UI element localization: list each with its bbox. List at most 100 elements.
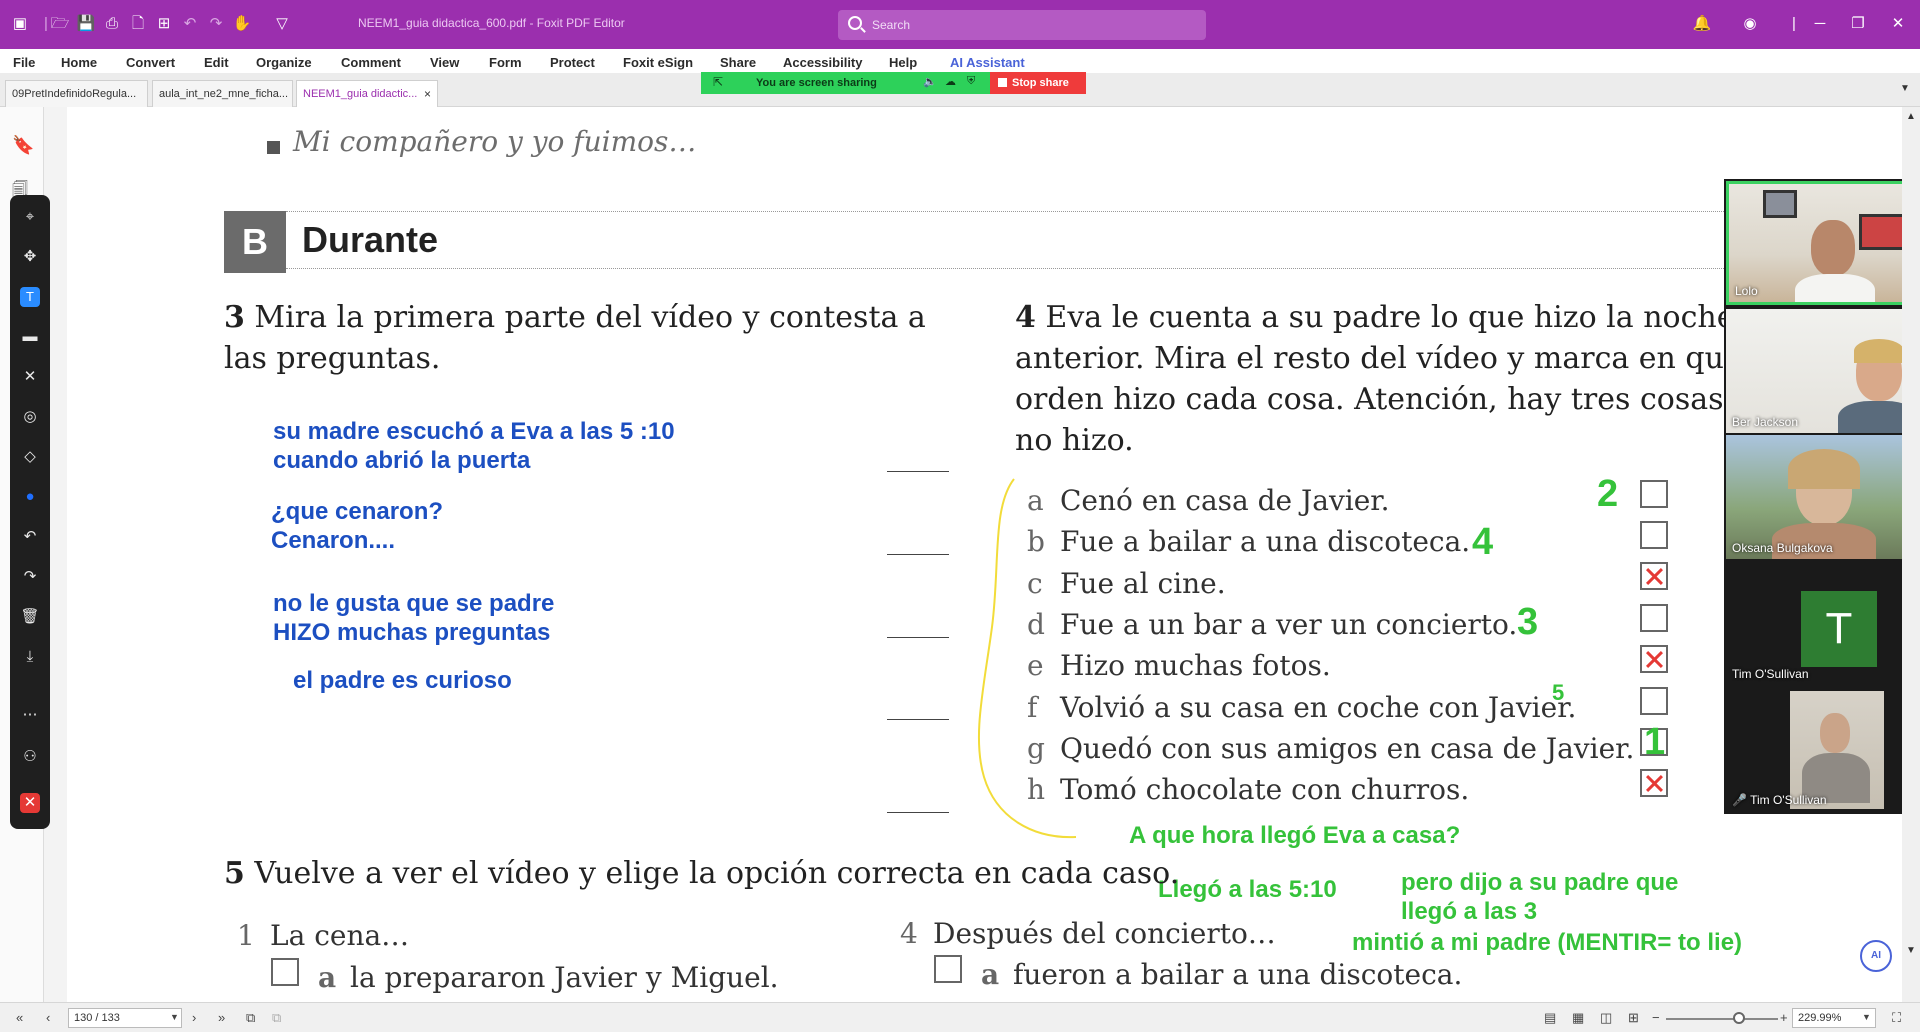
restore-icon[interactable]: ❐ — [1848, 14, 1868, 34]
trash-icon[interactable]: 🗑 — [20, 607, 40, 627]
menu-view[interactable]: View — [430, 55, 459, 70]
vertical-scrollbar[interactable]: ▲ ▼ — [1902, 107, 1920, 1002]
previous-view-icon[interactable]: ⧉ — [246, 1010, 255, 1026]
hand-tool-icon[interactable]: ✋ — [232, 14, 252, 34]
download-icon[interactable]: ⤓ — [20, 647, 40, 667]
text-tool-icon[interactable]: T — [20, 287, 40, 307]
undo-icon[interactable]: ↶ — [180, 14, 200, 34]
zoom-dropdown-icon[interactable]: ▼ — [1862, 1012, 1871, 1022]
continuous-facing-icon[interactable]: ⊞ — [1628, 1010, 1639, 1026]
tab-document-active[interactable]: NEEM1_guia didactic... × — [296, 80, 438, 107]
option-checkbox[interactable] — [1640, 687, 1668, 715]
zoom-in-icon[interactable]: + — [1780, 1010, 1788, 1025]
new-page-icon[interactable]: ⊞ — [154, 14, 174, 34]
continuous-page-icon[interactable]: ▦ — [1572, 1010, 1584, 1026]
participant-tile[interactable]: T Tim O'Sullivan — [1726, 561, 1918, 685]
page-number-field[interactable]: 130 / 133 — [68, 1008, 182, 1028]
menu-foxit-esign[interactable]: Foxit eSign — [623, 55, 693, 70]
participant-tile[interactable]: 🎤 Tim O'Sullivan — [1726, 687, 1918, 811]
menu-accessibility[interactable]: Accessibility — [783, 55, 863, 70]
facing-pages-icon[interactable]: ◫ — [1600, 1010, 1612, 1026]
eraser-icon[interactable]: ◇ — [20, 447, 40, 467]
menu-file[interactable]: File — [13, 55, 35, 70]
print-icon[interactable]: ⎙ — [102, 14, 122, 34]
rectangle-icon[interactable]: ▬ — [20, 327, 40, 347]
color-picker-icon[interactable]: ● — [20, 487, 40, 507]
blue-annotation[interactable]: ¿que cenaron? Cenaron.... — [271, 497, 443, 555]
menu-edit[interactable]: Edit — [204, 55, 229, 70]
tab-document-1[interactable]: 09PretIndefinidoRegula... — [5, 80, 148, 107]
option-checkbox[interactable] — [1640, 604, 1668, 632]
option-checkbox[interactable] — [1640, 480, 1668, 508]
stop-share-button[interactable]: Stop share — [990, 72, 1086, 94]
select-arrow-icon[interactable]: ⌖ — [20, 207, 40, 227]
option-checkbox[interactable] — [1640, 769, 1668, 797]
order-mark-g[interactable]: 1 — [1644, 721, 1665, 764]
order-mark-b[interactable]: 4 — [1472, 521, 1493, 564]
option-checkbox[interactable] — [1640, 645, 1668, 673]
move-icon[interactable]: ✥ — [20, 247, 40, 267]
audio-icon[interactable]: 🔈 — [923, 75, 937, 88]
participant-tile[interactable]: Oksana Bulgakova — [1726, 435, 1918, 559]
minimize-icon[interactable]: ─ — [1810, 14, 1830, 34]
undo-annotation-icon[interactable]: ↶ — [20, 527, 40, 547]
answer-checkbox[interactable] — [271, 958, 299, 986]
menu-share[interactable]: Share — [720, 55, 756, 70]
scroll-up-icon[interactable]: ▲ — [1906, 111, 1916, 122]
zoom-out-icon[interactable]: − — [1652, 1010, 1660, 1025]
close-toolbar-icon[interactable]: ✕ — [20, 793, 40, 813]
tab-document-2[interactable]: aula_int_ne2_mne_ficha... — [152, 80, 293, 107]
last-page-icon[interactable]: » — [218, 1010, 225, 1025]
order-mark-f[interactable]: 5 — [1552, 680, 1564, 706]
order-mark-d[interactable]: 3 — [1517, 601, 1538, 644]
customize-dropdown-icon[interactable]: ▽ — [272, 14, 292, 34]
bookmark-icon[interactable]: 🔖 — [12, 135, 34, 156]
menu-protect[interactable]: Protect — [550, 55, 595, 70]
scroll-down-icon[interactable]: ▼ — [1906, 945, 1916, 956]
cloud-icon[interactable]: ☁ — [945, 75, 956, 88]
close-tab-icon[interactable]: × — [424, 87, 431, 101]
close-window-icon[interactable]: ✕ — [1888, 14, 1908, 34]
menu-organize[interactable]: Organize — [256, 55, 312, 70]
blue-annotation[interactable]: no le gusta que se padre HIZO muchas pre… — [273, 589, 554, 647]
participant-tile[interactable]: Lolo — [1726, 181, 1918, 305]
menu-convert[interactable]: Convert — [126, 55, 175, 70]
account-icon[interactable]: ◉ — [1740, 14, 1760, 34]
cross-icon[interactable]: ✕ — [20, 367, 40, 387]
blue-annotation[interactable]: su madre escuchó a Eva a las 5 :10 cuand… — [273, 417, 675, 475]
participant-tile[interactable]: Ber Jackson — [1726, 309, 1918, 433]
tab-list-dropdown-icon[interactable]: ▼ — [1900, 83, 1910, 94]
foxit-logo-icon[interactable]: ▣ — [10, 14, 30, 34]
redo-icon[interactable]: ↷ — [206, 14, 226, 34]
menu-home[interactable]: Home — [61, 55, 97, 70]
green-annotation[interactable]: Llegó a las 5:10 — [1158, 875, 1337, 904]
green-annotation[interactable]: A que hora llegó Eva a casa? — [1129, 821, 1460, 850]
zoom-slider-handle[interactable] — [1733, 1012, 1745, 1024]
green-annotation[interactable]: mintió a mi padre (MENTIR= to lie) — [1352, 928, 1742, 957]
bell-icon[interactable]: 🔔 — [1692, 14, 1712, 34]
ai-helper-icon[interactable]: AI — [1860, 940, 1892, 972]
menu-ai-assistant[interactable]: AI Assistant — [950, 55, 1025, 70]
option-checkbox[interactable] — [1640, 521, 1668, 549]
save-icon[interactable]: 💾 — [76, 14, 96, 34]
first-page-icon[interactable]: « — [16, 1010, 23, 1025]
fullscreen-icon[interactable]: ⛶ — [1892, 1010, 1901, 1026]
next-page-icon[interactable]: › — [192, 1010, 196, 1025]
open-folder-icon[interactable]: 🗁 — [50, 14, 70, 34]
page-dropdown-icon[interactable]: ▼ — [170, 1012, 179, 1022]
zoom-slider[interactable] — [1666, 1018, 1778, 1020]
screen-share-bar[interactable]: ⇱ You are screen sharing 🔈 ☁ ⛨ — [701, 72, 990, 94]
menu-form[interactable]: Form — [489, 55, 522, 70]
pin-icon[interactable]: ⇱ — [713, 75, 723, 89]
order-mark-a[interactable]: 2 — [1597, 473, 1618, 516]
previous-page-icon[interactable]: ‹ — [46, 1010, 50, 1025]
menu-help[interactable]: Help — [889, 55, 917, 70]
more-icon[interactable]: ⋯ — [20, 705, 40, 725]
user-settings-icon[interactable]: ⚇ — [20, 747, 40, 767]
menu-comment[interactable]: Comment — [341, 55, 401, 70]
blue-annotation[interactable]: el padre es curioso — [293, 666, 512, 695]
search-input[interactable]: Search — [838, 10, 1206, 40]
answer-checkbox[interactable] — [934, 955, 962, 983]
option-checkbox[interactable] — [1640, 562, 1668, 590]
green-annotation[interactable]: pero dijo a su padre que llegó a las 3 — [1401, 868, 1678, 926]
